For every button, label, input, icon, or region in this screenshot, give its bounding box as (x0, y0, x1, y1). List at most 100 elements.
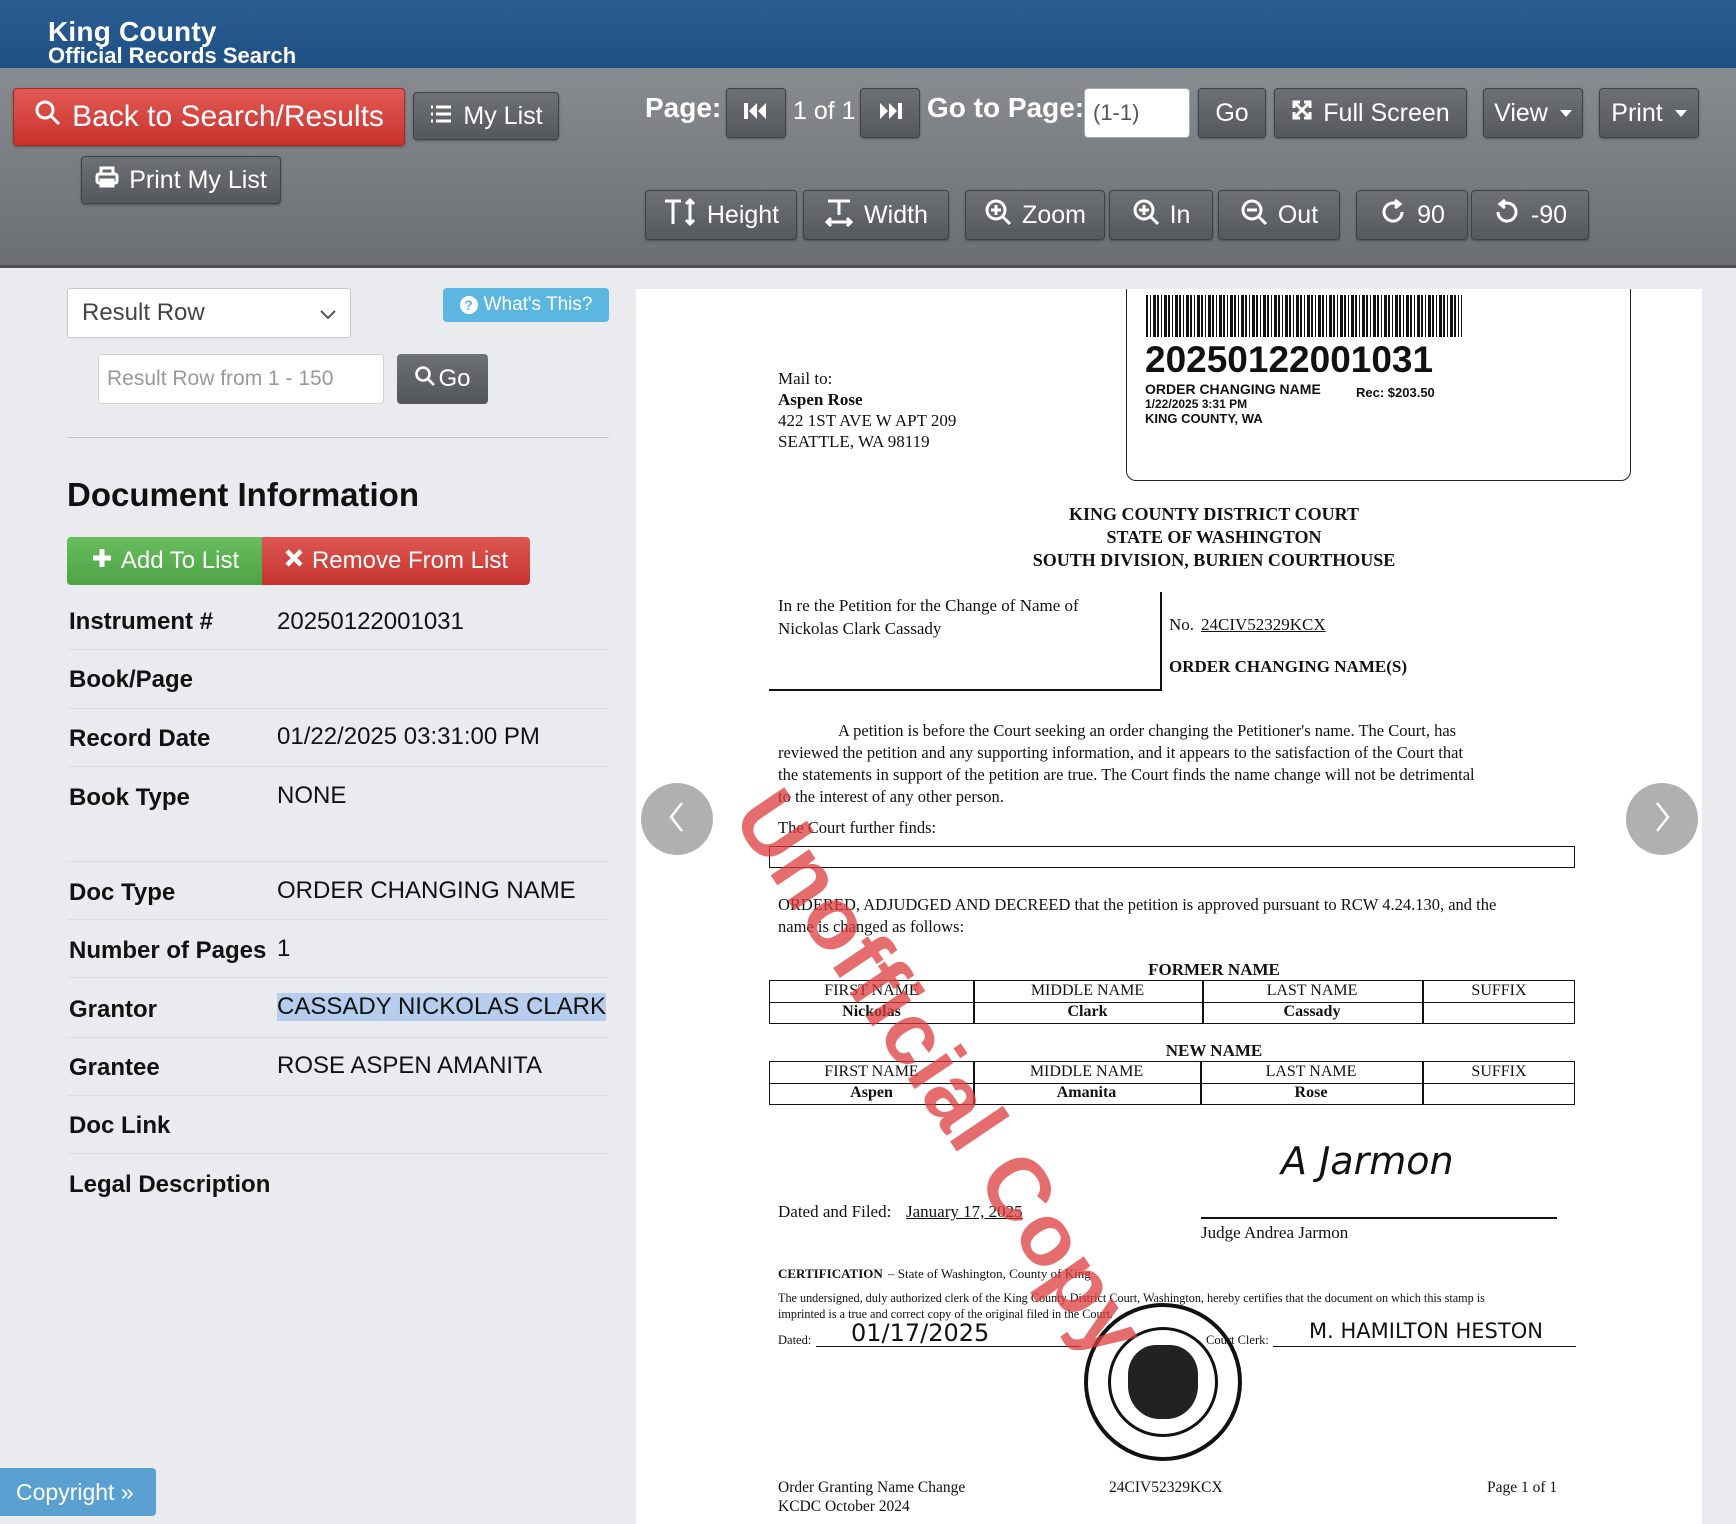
result-row-go-button[interactable]: Go (397, 354, 488, 404)
col-header: SUFFIX (1471, 1063, 1527, 1080)
remove-from-list-button[interactable]: Remove From List (262, 537, 530, 585)
chevron-left-icon (665, 799, 689, 840)
caret-down-icon (1674, 109, 1687, 117)
field-legal-description: Legal Description (67, 1154, 609, 1212)
rotate-cw-icon (1379, 198, 1407, 233)
text-height-icon (663, 197, 697, 234)
court-division: SOUTH DIVISION, BURIEN COURTHOUSE (1032, 550, 1396, 570)
field-value: 20250122001031 (277, 608, 464, 635)
judge-name: Judge Andrea Jarmon (1201, 1223, 1349, 1242)
rotate-ccw-label: -90 (1530, 200, 1568, 229)
dated-filed-label: Dated and Filed: (778, 1202, 892, 1221)
field-label: Record Date (69, 725, 211, 752)
document-viewer[interactable]: 20250122001031 ORDER CHANGING NAME Rec: … (636, 289, 1702, 1524)
field-value: 1 (277, 935, 291, 962)
certification-title: CERTIFICATION (778, 1266, 883, 1281)
previous-page-button[interactable] (641, 783, 713, 855)
copyright-button[interactable]: Copyright » (0, 1468, 156, 1516)
zoom-button[interactable]: Zoom (965, 190, 1105, 240)
zoom-icon (984, 198, 1012, 233)
print-my-list-button[interactable]: Print My List (81, 156, 281, 204)
goto-page-input[interactable]: (1-1) (1084, 88, 1190, 138)
field-value: ORDER CHANGING NAME (277, 877, 576, 904)
close-icon (284, 547, 304, 575)
zoom-out-label: Out (1277, 200, 1319, 229)
signature-line (1201, 1217, 1557, 1219)
field-book-type: Book Type NONE (67, 767, 609, 862)
petition-line1: In re the Petition for the Change of Nam… (778, 596, 1079, 615)
divider (67, 437, 609, 438)
zoom-in-button[interactable]: In (1109, 190, 1213, 240)
print-label: Print (1611, 98, 1663, 127)
fit-height-button[interactable]: Height (645, 190, 797, 240)
field-label: Legal Description (69, 1171, 271, 1198)
mail-name: Aspen Rose (778, 390, 863, 409)
field-doc-link: Doc Link (67, 1096, 609, 1154)
field-label: Instrument # (69, 608, 214, 635)
mail-address-line1: 422 1ST AVE W APT 209 (778, 411, 957, 430)
full-screen-button[interactable]: Full Screen (1274, 88, 1467, 138)
col-header: LAST NAME (1265, 1063, 1357, 1080)
field-grantee: Grantee ROSE ASPEN AMANITA (67, 1038, 609, 1096)
rotate-ccw-button[interactable]: -90 (1471, 190, 1589, 240)
view-dropdown[interactable]: View (1483, 88, 1583, 138)
brand-subtitle: Official Records Search (48, 43, 297, 68)
footer-left-line1: Order Granting Name Change (778, 1479, 966, 1496)
col-header: LAST NAME (1266, 982, 1358, 999)
add-to-list-button[interactable]: Add To List (67, 537, 263, 585)
zoom-out-button[interactable]: Out (1218, 190, 1340, 240)
field-value[interactable]: CASSADY NICKOLAS CLARK (277, 993, 607, 1021)
paragraph-line: the statements in support of the petitio… (778, 765, 1475, 784)
field-value: NONE (277, 782, 347, 809)
back-to-search-button[interactable]: Back to Search/Results (13, 88, 405, 146)
zoom-in-label: In (1169, 200, 1191, 229)
stamp-number: 20250122001031 (1145, 339, 1434, 380)
cert-dated-label: Dated: (778, 1333, 812, 1347)
next-page-button[interactable] (1626, 783, 1698, 855)
seal-portrait (1128, 1345, 1198, 1419)
full-screen-label: Full Screen (1323, 98, 1450, 127)
field-number-of-pages: Number of Pages 1 (67, 920, 609, 978)
field-label: Book Type (69, 784, 190, 811)
caption-vertical-rule (1160, 592, 1162, 690)
rotate-cw-button[interactable]: 90 (1356, 190, 1468, 240)
print-my-list-label: Print My List (129, 165, 267, 194)
court-name: KING COUNTY DISTRICT COURT (1069, 504, 1359, 524)
result-row-select[interactable]: Result Row (67, 288, 351, 338)
field-label: Doc Type (69, 879, 176, 906)
expand-icon (1291, 99, 1313, 128)
stamp-datetime: 1/22/2025 3:31 PM (1145, 397, 1248, 411)
search-icon (414, 365, 436, 394)
mail-to-label: Mail to: (778, 369, 833, 388)
first-page-icon (743, 99, 769, 128)
col-header: SUFFIX (1471, 982, 1527, 999)
further-finds-box (769, 846, 1575, 868)
whats-this-label: What's This? (483, 294, 593, 315)
goto-page-button[interactable]: Go (1198, 88, 1266, 138)
former-name-heading: FORMER NAME (1148, 960, 1280, 979)
zoom-out-icon (1240, 198, 1268, 233)
print-dropdown[interactable]: Print (1599, 88, 1699, 138)
last-page-button[interactable] (860, 88, 920, 138)
field-value: ROSE ASPEN AMANITA (277, 1052, 542, 1079)
result-row-input[interactable]: Result Row from 1 - 150 (98, 354, 384, 404)
paragraph-line: A petition is before the Court seeking a… (838, 721, 1457, 740)
field-book-page: Book/Page (67, 650, 609, 709)
footer-page: Page 1 of 1 (1487, 1479, 1558, 1496)
back-to-search-label: Back to Search/Results (72, 100, 384, 133)
first-page-button[interactable] (726, 88, 786, 138)
judge-signature: A Jarmon (1281, 1139, 1454, 1183)
last-page-icon (877, 99, 903, 128)
field-label: Book/Page (69, 666, 194, 693)
rotate-cw-label: 90 (1417, 200, 1445, 229)
zoom-label: Zoom (1022, 200, 1086, 229)
view-label: View (1494, 98, 1548, 127)
former-last-name: Cassady (1283, 1003, 1341, 1020)
my-list-button[interactable]: My List (413, 92, 559, 140)
fit-width-button[interactable]: Width (803, 190, 949, 240)
whats-this-button[interactable]: ? What's This? (443, 288, 609, 322)
caret-down-icon (1559, 109, 1572, 117)
cert-dated-value: 01/17/2025 (851, 1319, 990, 1347)
stamp-rec: Rec: $203.50 (1356, 385, 1435, 400)
col-header: MIDDLE NAME (1029, 1063, 1144, 1080)
